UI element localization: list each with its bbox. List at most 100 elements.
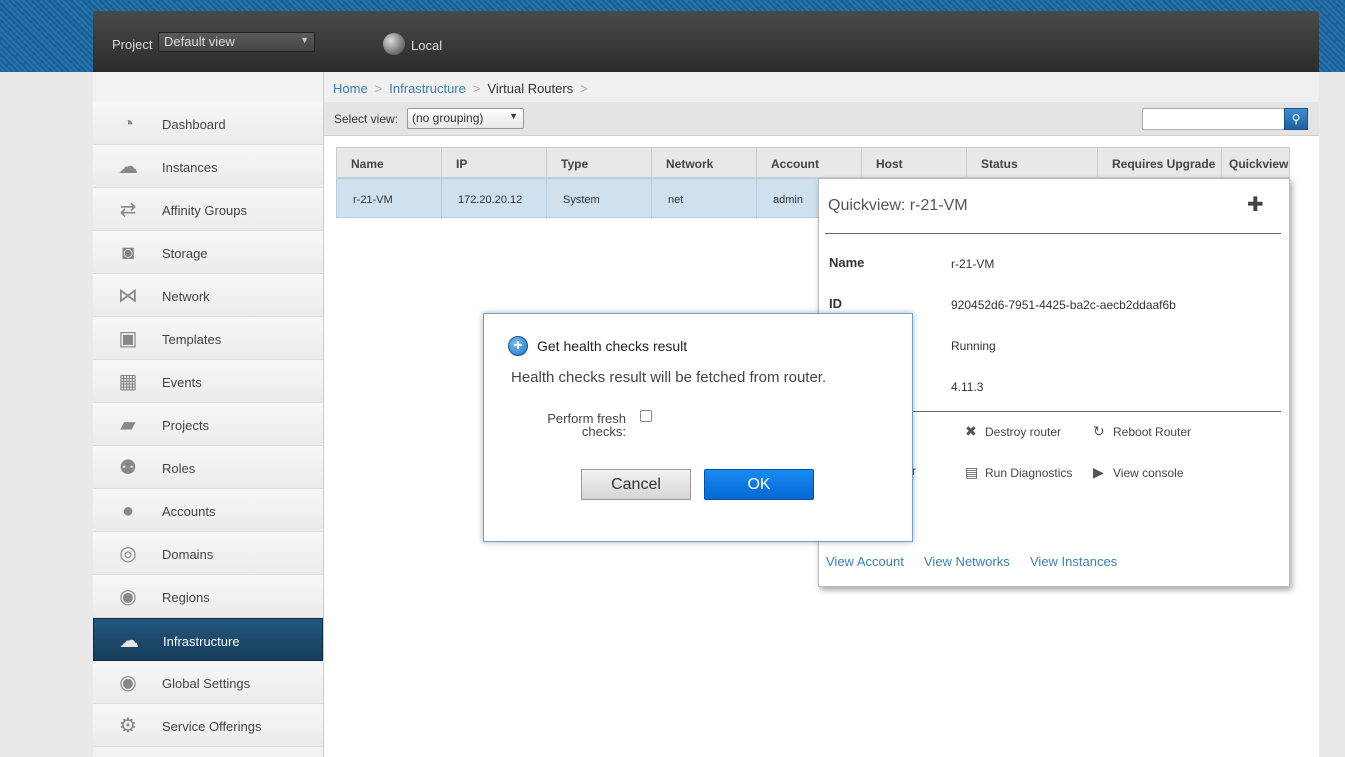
- breadcrumb-separator: >: [374, 81, 383, 96]
- search-icon: ⚲: [1291, 112, 1301, 126]
- run-diagnostics-action[interactable]: ▤ Run Diagnostics: [965, 464, 1072, 481]
- view-instances-link[interactable]: View Instances: [1030, 554, 1117, 569]
- column-header-host[interactable]: Host: [862, 148, 967, 179]
- sidebar-item-label: Affinity Groups: [162, 203, 248, 218]
- project-label: Project: [112, 37, 153, 52]
- sidebar-item-events[interactable]: ▦ Events: [93, 360, 323, 403]
- affinity-icon: ⇄: [119, 199, 137, 221]
- cancel-button[interactable]: Cancel: [581, 469, 691, 500]
- breadcrumb-separator: >: [472, 81, 481, 96]
- dialog-title: Get health checks result: [537, 338, 688, 354]
- breadcrumb-current: Virtual Routers: [487, 81, 574, 96]
- column-header-account[interactable]: Account: [757, 148, 862, 179]
- select-view-value: (no grouping): [412, 111, 484, 125]
- clipboard-icon: ▤: [965, 464, 979, 480]
- sidebar-item-affinity-groups[interactable]: ⇄ Affinity Groups: [93, 188, 323, 231]
- chevron-down-icon: ▼: [509, 111, 518, 121]
- sidebar-item-label: Roles: [162, 461, 196, 476]
- destroy-router-action[interactable]: ✖ Destroy router: [965, 423, 1061, 440]
- cell-ip: 172.20.20.12: [442, 179, 547, 219]
- sidebar-item-label: Accounts: [162, 504, 216, 519]
- reboot-router-action[interactable]: ↻ Reboot Router: [1093, 423, 1191, 440]
- sidebar-item-label: Regions: [162, 590, 210, 605]
- globe-settings-icon: ◉: [119, 672, 137, 694]
- field-value-name: r-21-VM: [951, 257, 995, 271]
- breadcrumb-separator: >: [580, 81, 588, 96]
- sidebar-item-roles[interactable]: ⚉ Roles: [93, 446, 323, 489]
- project-select[interactable]: Default view ▼: [158, 32, 315, 52]
- domains-icon: ◎: [119, 543, 137, 565]
- sidebar-item-infrastructure[interactable]: ☁ Infrastructure: [93, 618, 323, 661]
- cell-name: r-21-VM: [337, 179, 442, 219]
- sidebar-item-dashboard[interactable]: ◔ Dashboard: [93, 102, 323, 145]
- search-button[interactable]: ⚲: [1284, 108, 1308, 130]
- table-header: Name IP Type Network Account Host Status…: [336, 147, 1290, 179]
- sidebar-item-network[interactable]: ⋈ Network: [93, 274, 323, 317]
- view-networks-link[interactable]: View Networks: [924, 554, 1010, 569]
- sidebar-item-accounts[interactable]: ● Accounts: [93, 489, 323, 532]
- infrastructure-icon: ☁: [119, 630, 139, 652]
- view-account-link[interactable]: View Account: [826, 554, 904, 569]
- column-header-status[interactable]: Status: [967, 148, 1098, 179]
- view-console-action[interactable]: ▶ View console: [1093, 464, 1184, 481]
- ok-button[interactable]: OK: [704, 469, 814, 500]
- breadcrumb: Home > Infrastructure > Virtual Routers >: [324, 72, 1319, 102]
- sidebar-item-global-settings[interactable]: ◉ Global Settings: [93, 661, 323, 704]
- sidebar-item-label: Service Offerings: [162, 719, 262, 734]
- sidebar-item-label: Network: [162, 289, 210, 304]
- divider: [825, 233, 1281, 234]
- column-header-network[interactable]: Network: [652, 148, 757, 179]
- sidebar-item-templates[interactable]: ▣ Templates: [93, 317, 323, 360]
- dialog-message: Health checks result will be fetched fro…: [511, 369, 827, 386]
- chevron-down-icon: ▼: [300, 35, 309, 45]
- search-input[interactable]: [1142, 108, 1285, 130]
- user-icon: ●: [121, 500, 135, 522]
- plus-circle-icon: +: [508, 336, 528, 356]
- calendar-icon: ▦: [118, 371, 138, 393]
- sidebar-item-instances[interactable]: ☁ Instances: [93, 145, 323, 188]
- sidebar-item-label: Instances: [162, 160, 218, 175]
- sidebar-item-storage[interactable]: ◙ Storage: [93, 231, 323, 274]
- toolbar: Select view: (no grouping) ▼ ⚲: [324, 102, 1319, 136]
- sidebar-item-label: Global Settings: [162, 676, 251, 691]
- view-console-label: View console: [1113, 466, 1184, 480]
- cloud-icon: ☁: [118, 156, 138, 178]
- project-select-value: Default view: [164, 34, 235, 49]
- sidebar-item-label: Infrastructure: [163, 634, 240, 649]
- column-header-requires-upgrade[interactable]: Requires Upgrade: [1098, 148, 1222, 179]
- sidebar: ◔ Dashboard ☁ Instances ⇄ Affinity Group…: [93, 72, 324, 757]
- sidebar-item-regions[interactable]: ◉ Regions: [93, 575, 323, 618]
- reboot-icon: ↻: [1093, 423, 1105, 439]
- plus-icon[interactable]: ✚: [1247, 192, 1264, 217]
- breadcrumb-infrastructure[interactable]: Infrastructure: [389, 81, 466, 96]
- network-icon: ⋈: [118, 285, 138, 307]
- sidebar-item-label: Templates: [162, 332, 222, 347]
- sidebar-item-label: Projects: [162, 418, 209, 433]
- destroy-router-label: Destroy router: [985, 425, 1062, 439]
- folder-icon: ▰: [120, 414, 136, 436]
- breadcrumb-home[interactable]: Home: [333, 81, 368, 96]
- column-header-name[interactable]: Name: [337, 148, 442, 179]
- storage-icon: ◙: [121, 242, 135, 264]
- select-view-label: Select view:: [334, 112, 399, 126]
- templates-icon: ▣: [118, 328, 138, 350]
- column-header-ip[interactable]: IP: [442, 148, 547, 179]
- sidebar-item-service-offerings[interactable]: ⚙ Service Offerings: [93, 704, 323, 747]
- sidebar-item-label: Storage: [162, 246, 208, 261]
- globe-icon: ◉: [119, 586, 137, 608]
- header-bar: Project Default view ▼ Local: [93, 11, 1319, 72]
- globe-icon[interactable]: [383, 33, 405, 55]
- perform-fresh-checks-checkbox[interactable]: [640, 410, 652, 422]
- column-header-type[interactable]: Type: [547, 148, 652, 179]
- zone-label[interactable]: Local: [411, 38, 442, 53]
- sidebar-item-projects[interactable]: ▰ Projects: [93, 403, 323, 446]
- dashboard-icon: ◔: [121, 113, 135, 135]
- field-value-state: Running: [951, 339, 996, 353]
- cell-type: System: [547, 179, 652, 219]
- field-key-id: ID: [829, 296, 842, 311]
- sidebar-item-domains[interactable]: ◎ Domains: [93, 532, 323, 575]
- sidebar-item-label: Dashboard: [162, 117, 226, 132]
- field-value-version: 4.11.3: [951, 380, 984, 394]
- select-view-dropdown[interactable]: (no grouping) ▼: [407, 108, 524, 129]
- quickview-title: Quickview: r-21-VM: [828, 197, 968, 214]
